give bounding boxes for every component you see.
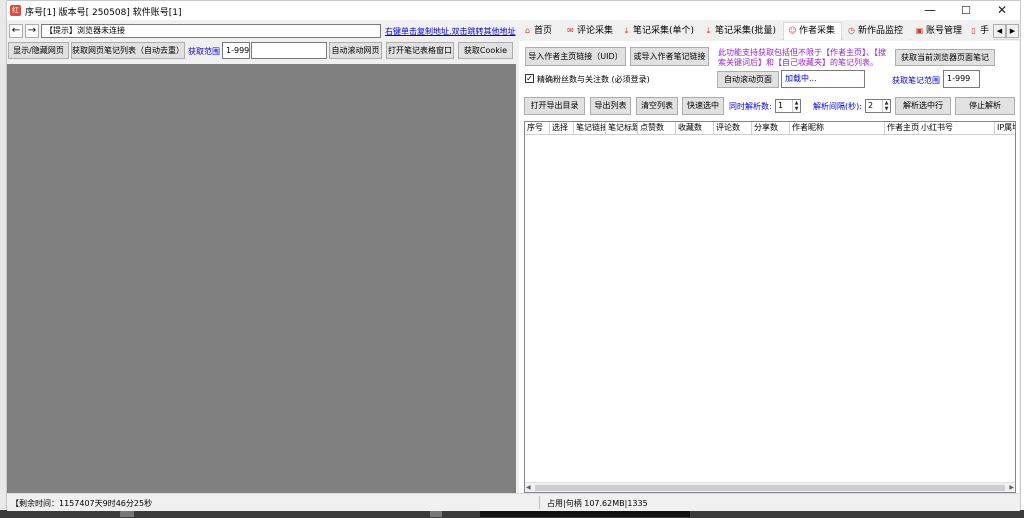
column-header[interactable]: 选择 xyxy=(550,122,574,135)
open-note-table-button[interactable]: 打开笔记表格窗口 xyxy=(386,42,454,59)
table-header: 序号 选择 笔记链接 笔记标题 点赞数 收藏数 评论数 分享数 作者昵称 作者主… xyxy=(525,122,1015,135)
export-list-button[interactable]: 导出列表 xyxy=(590,97,631,115)
author-notes-table[interactable]: 序号 选择 笔记链接 笔记标题 点赞数 收藏数 评论数 分享数 作者昵称 作者主… xyxy=(524,121,1016,493)
note-range-link[interactable]: 获取笔记范围 xyxy=(892,75,940,86)
scrollbar-thumb[interactable] xyxy=(535,485,1005,491)
interval-label: 解析间隔(秒): xyxy=(813,102,862,111)
horizontal-scrollbar[interactable]: ◀ ▶ xyxy=(525,482,1015,492)
memory-handle-status: 占用|句柄 107.62MB|1335 xyxy=(547,499,648,508)
window-title: 序号[1] 版本号[ 250508] 软件账号[1] xyxy=(25,8,182,18)
column-header[interactable]: 作者主页 xyxy=(885,122,919,135)
column-header[interactable]: 点赞数 xyxy=(638,122,676,135)
home-icon: ⌂ xyxy=(524,26,531,35)
phone-icon: ▯ xyxy=(971,26,976,35)
tab-account-manage[interactable]: ▣ 账号管理 xyxy=(911,23,965,40)
tab-strip: ⌂ 首页 ✉ 评论采集 ⤓ 笔记采集(单个) ⤓ 笔记采集(批量) ☺ 作者采集 ◷ 新作品… xyxy=(519,22,1019,40)
close-button[interactable]: ✕ xyxy=(984,1,1020,20)
author-icon: ☺ xyxy=(788,26,797,35)
remaining-time-status: 【剩余时间：1157407天9时46分25秒 xyxy=(11,499,153,508)
scroll-left-icon[interactable]: ◀ xyxy=(526,483,531,492)
app-window: 红 序号[1] 版本号[ 250508] 软件账号[1] — ☐ ✕ ← → 【… xyxy=(6,0,1021,511)
auto-scroll-webpage-button[interactable]: 自动滚动网页 xyxy=(329,42,382,59)
address-input[interactable]: 【提示】浏览器未连接 xyxy=(41,24,381,38)
maximize-button[interactable]: ☐ xyxy=(948,1,984,20)
note-range-input[interactable]: 1-999 xyxy=(943,70,980,88)
taskbar xyxy=(0,510,1024,518)
column-header[interactable]: IP属地 xyxy=(995,122,1015,135)
status-bar: 【剩余时间：1157407天9时46分25秒 占用|句柄 107.62MB|13… xyxy=(7,493,1020,511)
column-header[interactable]: 小红书号 xyxy=(919,122,995,135)
status-divider xyxy=(539,496,540,509)
tab-scroll-right-button[interactable]: ▶ xyxy=(1006,24,1019,38)
exact-fans-label: 精确粉丝数与关注数 (必须登录) xyxy=(537,75,650,84)
column-header[interactable]: 作者昵称 xyxy=(790,122,885,135)
fetch-note-list-button[interactable]: 获取网页笔记列表（自动去重） xyxy=(71,42,185,59)
forward-button[interactable]: → xyxy=(25,24,39,38)
tab-home[interactable]: ⌂ 首页 xyxy=(519,23,562,40)
feature-notice-link[interactable]: 此功能支持获取包括但不限于【作者主页】、【搜索关键词后】和【自己收藏夹】的笔记列… xyxy=(718,48,888,68)
download-icon: ⤓ xyxy=(706,26,711,35)
minimize-button[interactable]: — xyxy=(912,1,948,20)
tab-new-work-monitor[interactable]: ◷ 新作品监控 xyxy=(843,23,910,40)
range-input[interactable]: 1-999 xyxy=(222,42,250,59)
taskbar-item[interactable] xyxy=(430,511,442,517)
embedded-browser-view[interactable] xyxy=(7,64,516,493)
interval-spinner[interactable]: 2 ▲ ▼ xyxy=(865,99,891,113)
loading-status-field: 加载中... xyxy=(781,70,865,88)
interval-value: 2 xyxy=(868,101,874,110)
threads-label: 同时解析数: xyxy=(729,102,772,111)
comment-icon: ✉ xyxy=(567,26,574,35)
threads-value: 1 xyxy=(778,101,784,110)
import-note-link-button[interactable]: 或导入作者笔记链接 xyxy=(630,47,709,66)
taskbar-item[interactable] xyxy=(480,511,690,517)
parse-selected-button[interactable]: 解析选中行 xyxy=(895,97,951,115)
tab-author-collect[interactable]: ☺ 作者采集 xyxy=(783,22,842,40)
import-uid-button[interactable]: 导入作者主页链接（UID） xyxy=(525,47,626,66)
column-header[interactable]: 分享数 xyxy=(752,122,790,135)
address-hint-link[interactable]: 右键单击复制地址,双击跳转其他地址 xyxy=(385,26,516,37)
function-panel: ⌂ 首页 ✉ 评论采集 ⤓ 笔记采集(单个) ⤓ 笔记采集(批量) ☺ 作者采集 ◷ 新作品… xyxy=(519,20,1019,493)
tab-note-batch[interactable]: ⤓ 笔记采集(批量) xyxy=(700,23,782,40)
back-button[interactable]: ← xyxy=(9,24,23,38)
spinner-arrows-icon[interactable]: ▲ ▼ xyxy=(792,100,800,112)
threads-spinner[interactable]: 1 ▲ ▼ xyxy=(775,99,801,113)
download-icon: ⤓ xyxy=(624,26,629,35)
scroll-right-icon[interactable]: ▶ xyxy=(1009,483,1014,492)
author-collect-page: 导入作者主页链接（UID） 或导入作者笔记链接 此功能支持获取包括但不限于【作者… xyxy=(519,41,1019,493)
auto-scroll-page-button[interactable]: 自动滚动页面 xyxy=(717,71,779,88)
title-bar: 红 序号[1] 版本号[ 250508] 软件账号[1] — ☐ ✕ xyxy=(7,1,1020,20)
column-header[interactable]: 笔记链接 xyxy=(574,122,606,135)
column-header[interactable]: 收藏数 xyxy=(676,122,714,135)
column-header[interactable]: 序号 xyxy=(525,122,550,135)
range-extra-input[interactable] xyxy=(251,42,327,59)
account-icon: ▣ xyxy=(915,26,924,35)
clear-list-button[interactable]: 清空列表 xyxy=(636,97,678,115)
tab-comment-collect[interactable]: ✉ 评论采集 xyxy=(562,23,618,40)
app-logo-icon: 红 xyxy=(10,5,21,16)
column-header[interactable]: 笔记标题 xyxy=(606,122,638,135)
toggle-webpage-button[interactable]: 显示/隐藏网页 xyxy=(8,42,69,59)
tab-note-single[interactable]: ⤓ 笔记采集(单个) xyxy=(618,23,700,40)
fetch-current-page-notes-button[interactable]: 获取当前浏览器页面笔记 xyxy=(895,49,995,66)
taskbar-item[interactable] xyxy=(120,511,134,517)
tab-scroll-left-button[interactable]: ◀ xyxy=(993,24,1006,38)
column-header[interactable]: 评论数 xyxy=(714,122,752,135)
exact-fans-checkbox[interactable]: ✓ xyxy=(525,74,534,83)
range-link[interactable]: 获取范围 xyxy=(188,46,220,57)
browser-panel: ← → 【提示】浏览器未连接 右键单击复制地址,双击跳转其他地址 显示/隐藏网页… xyxy=(7,20,516,493)
spinner-arrows-icon[interactable]: ▲ ▼ xyxy=(882,100,890,112)
open-export-dir-button[interactable]: 打开导出目录 xyxy=(524,97,585,115)
clock-icon: ◷ xyxy=(848,26,855,35)
quick-select-button[interactable]: 快速选中 xyxy=(682,97,724,115)
get-cookie-button[interactable]: 获取Cookie xyxy=(458,42,513,59)
stop-parse-button[interactable]: 停止解析 xyxy=(955,97,1015,115)
tab-mobile[interactable]: ▯ 手 xyxy=(965,23,993,40)
